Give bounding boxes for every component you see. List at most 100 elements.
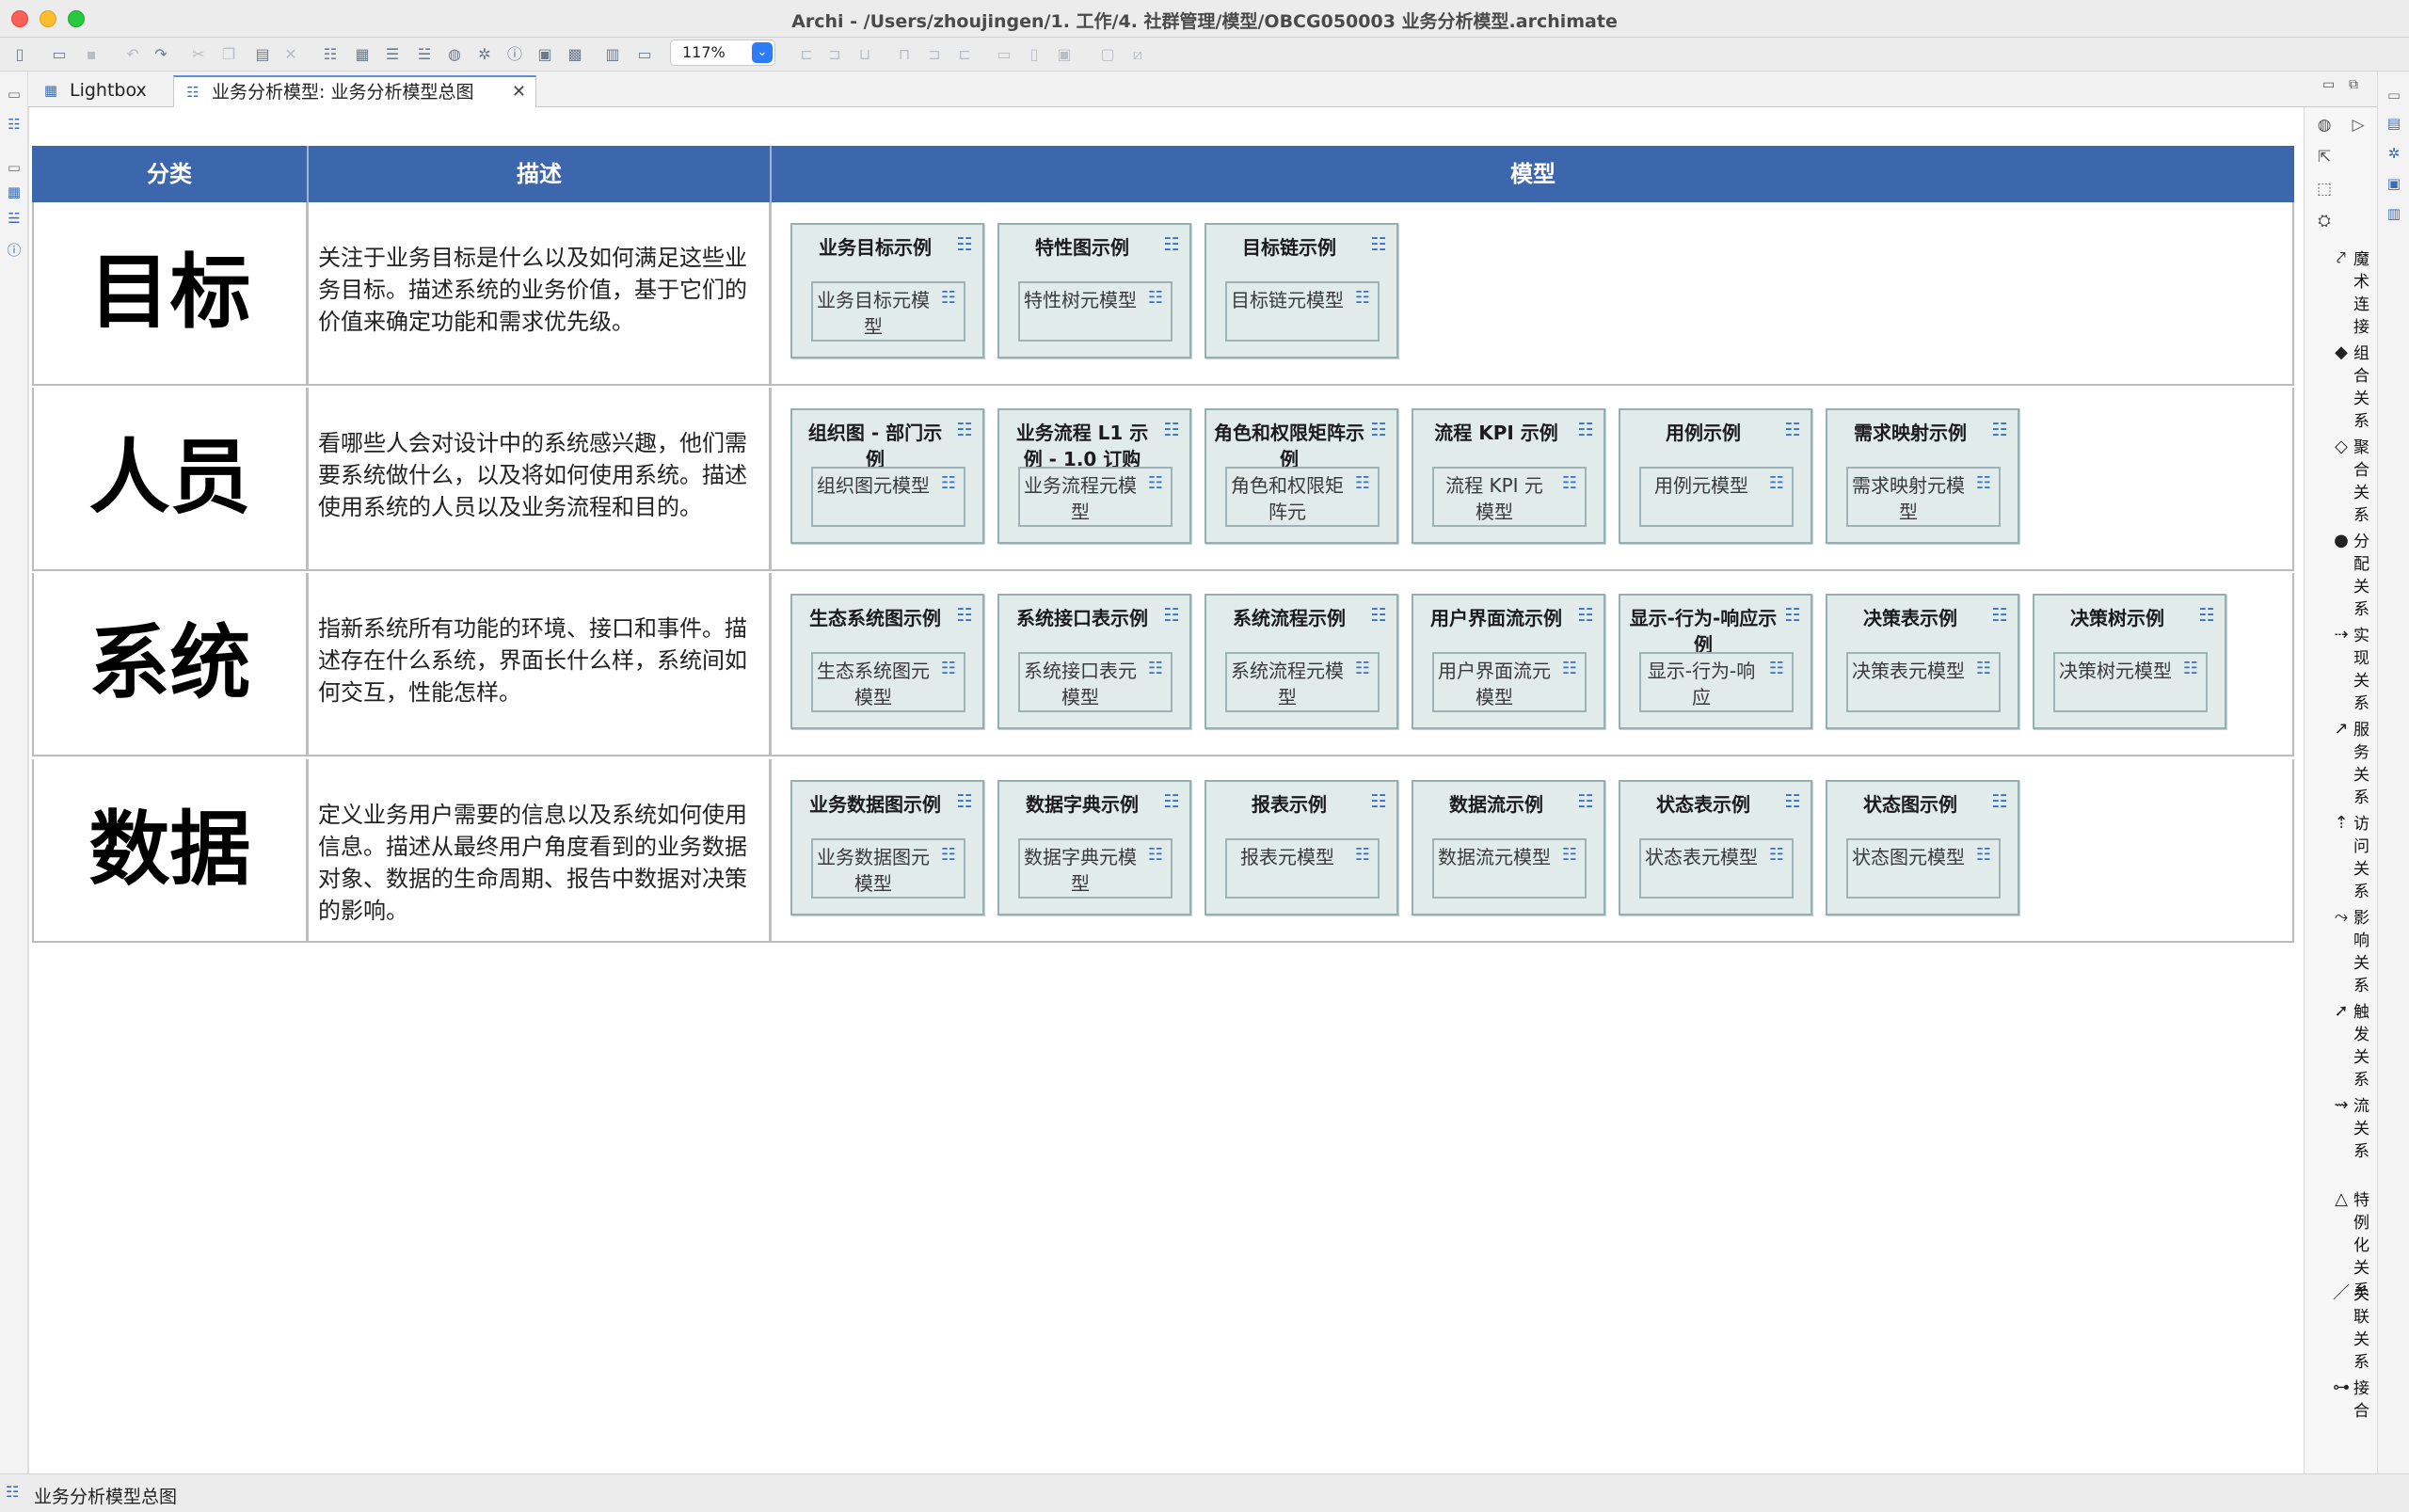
close-icon[interactable]: ✕ <box>512 77 526 107</box>
format-painter-icon[interactable]: ⛭ <box>2314 211 2335 231</box>
diagram-reference-card[interactable]: 目标链示例 ☷ 目标链元模型 ☷ <box>1204 223 1398 358</box>
marquee-icon[interactable]: ⬚ <box>2314 179 2335 199</box>
paste-icon[interactable]: ▤ <box>252 45 273 64</box>
diagram-reference-card[interactable]: 报表示例 ☷ 报表元模型 ☷ <box>1204 780 1398 915</box>
diagram-reference-card[interactable]: 业务流程 L1 示例 - 1.0 订购 ☷ 业务流程元模型 ☷ <box>997 408 1191 544</box>
outline-icon[interactable]: ☰ <box>382 45 403 64</box>
validate-icon[interactable]: ▣ <box>534 45 555 64</box>
redo-icon[interactable]: ↷ <box>151 45 171 64</box>
script-icon[interactable]: ▥ <box>602 45 623 64</box>
description-text[interactable]: 定义业务用户需要的信息以及系统如何使用信息。描述从最终用户角度看到的业务数据对象… <box>309 759 772 941</box>
save-icon[interactable]: ▪ <box>81 45 102 64</box>
metamodel-reference[interactable]: 业务数据图元模型 ☷ <box>811 838 965 899</box>
model-cell[interactable]: 业务目标示例 ☷ 业务目标元模型 ☷ 特性图示例 ☷ 特性树元模型 ☷ 目标链示例 ☷ 目标链元模型… <box>772 202 2294 384</box>
script-view-icon[interactable]: ▥ <box>2384 203 2404 224</box>
metamodel-reference[interactable]: 角色和权限矩阵元 ☷ <box>1225 467 1380 527</box>
align-bottom-icon[interactable]: ⊏ <box>954 45 975 64</box>
model-tree-icon[interactable]: ☷ <box>320 45 341 64</box>
properties-icon[interactable]: ▦ <box>352 45 373 64</box>
info-icon[interactable]: ⓘ <box>504 45 525 64</box>
open-folder-icon[interactable]: ▭ <box>49 45 70 64</box>
zoom-select[interactable]: 117% ⌄ <box>670 40 775 66</box>
metamodel-reference[interactable]: 业务目标元模型 ☷ <box>811 281 965 342</box>
diagram-reference-card[interactable]: 显示-行为-响应示例 ☷ 显示-行为-响应 ☷ <box>1619 594 1812 729</box>
diagram-reference-card[interactable]: 系统接口表示例 ☷ 系统接口表元模型 ☷ <box>997 594 1191 729</box>
properties-view-icon[interactable]: ▤ <box>2384 113 2404 134</box>
palette-icon[interactable]: ◍ <box>444 45 465 64</box>
tab-diagram[interactable]: ☷ 业务分析模型: 业务分析模型总图 ✕ <box>173 75 536 107</box>
metamodel-reference[interactable]: 用户界面流元模型 ☷ <box>1432 652 1587 712</box>
diagram-reference-card[interactable]: 用例示例 ☷ 用例元模型 ☷ <box>1619 408 1812 544</box>
metamodel-reference[interactable]: 特性树元模型 ☷ <box>1018 281 1173 342</box>
metamodel-reference[interactable]: 用例元模型 ☷ <box>1639 467 1794 527</box>
palette-settings-icon[interactable]: ◍ <box>2314 115 2335 135</box>
diagram-reference-card[interactable]: 业务目标示例 ☷ 业务目标元模型 ☷ <box>790 223 984 358</box>
chevron-down-icon[interactable]: ⌄ <box>752 42 773 63</box>
model-tree-view-icon[interactable]: ☷ <box>5 115 24 134</box>
model-cell[interactable]: 业务数据图示例 ☷ 业务数据图元模型 ☷ 数据字典示例 ☷ 数据字典元模型 ☷ 报表示例 ☷ 报表元… <box>772 759 2294 941</box>
align-right-icon[interactable]: ⊔ <box>854 45 875 64</box>
align-top-icon[interactable]: ⊓ <box>894 45 915 64</box>
pointer-icon[interactable]: ⇱ <box>2314 147 2335 167</box>
align-left-icon[interactable]: ⊏ <box>796 45 817 64</box>
diagram-reference-card[interactable]: 流程 KPI 示例 ☷ 流程 KPI 元模型 ☷ <box>1412 408 1605 544</box>
settings-icon[interactable]: ✲ <box>2384 143 2404 164</box>
diagram-reference-card[interactable]: 生态系统图示例 ☷ 生态系统图元模型 ☷ <box>790 594 984 729</box>
metamodel-reference[interactable]: 业务流程元模型 ☷ <box>1018 467 1173 527</box>
present-icon[interactable]: ▭ <box>634 45 655 64</box>
navigator-icon[interactable]: ☱ <box>414 45 435 64</box>
restore-icon[interactable]: ▭ <box>5 158 24 177</box>
metamodel-reference[interactable]: 数据字典元模型 ☷ <box>1018 838 1173 899</box>
grid-icon[interactable]: ▩ <box>565 45 585 64</box>
undo-icon[interactable]: ↶ <box>122 45 143 64</box>
settings-icon[interactable]: ✲ <box>474 45 495 64</box>
metamodel-reference[interactable]: 决策表元模型 ☷ <box>1846 652 2001 712</box>
category-label[interactable]: 人员 <box>32 388 309 569</box>
navigator-view-icon[interactable]: ☱ <box>5 209 24 228</box>
category-label[interactable]: 数据 <box>32 759 309 941</box>
metamodel-reference[interactable]: 目标链元模型 ☷ <box>1225 281 1380 342</box>
model-cell[interactable]: 生态系统图示例 ☷ 生态系统图元模型 ☷ 系统接口表示例 ☷ 系统接口表元模型 ☷ 系统流程示例… <box>772 573 2294 755</box>
model-cell[interactable]: 组织图 - 部门示例 ☷ 组织图元模型 ☷ 业务流程 L1 示例 - 1.0 订购 ☷ 业务… <box>772 388 2294 569</box>
outline-view-icon[interactable]: ▦ <box>5 183 24 201</box>
line-colour-icon[interactable]: ⧄ <box>1127 45 1148 64</box>
info-icon[interactable]: ⓘ <box>5 241 24 260</box>
palette-collapse-icon[interactable]: ▷ <box>2348 115 2369 135</box>
diagram-reference-card[interactable]: 状态图示例 ☷ 状态图元模型 ☷ <box>1826 780 2019 915</box>
validator-view-icon[interactable]: ▣ <box>2384 173 2404 194</box>
metamodel-reference[interactable]: 生态系统图元模型 ☷ <box>811 652 965 712</box>
category-label[interactable]: 目标 <box>32 202 309 384</box>
align-middle-icon[interactable]: ⊐ <box>924 45 945 64</box>
diagram-reference-card[interactable]: 数据流示例 ☷ 数据流元模型 ☷ <box>1412 780 1605 915</box>
metamodel-reference[interactable]: 流程 KPI 元模型 ☷ <box>1432 467 1587 527</box>
diagram-reference-card[interactable]: 角色和权限矩阵示例 ☷ 角色和权限矩阵元 ☷ <box>1204 408 1398 544</box>
description-text[interactable]: 看哪些人会对设计中的系统感兴趣，他们需要系统做什么，以及将如何使用系统。描述使用… <box>309 388 772 569</box>
restore-icon[interactable]: ▭ <box>5 85 24 103</box>
metamodel-reference[interactable]: 组织图元模型 ☷ <box>811 467 965 527</box>
diagram-reference-card[interactable]: 状态表示例 ☷ 状态表元模型 ☷ <box>1619 780 1812 915</box>
diagram-reference-card[interactable]: 系统流程示例 ☷ 系统流程元模型 ☷ <box>1204 594 1398 729</box>
metamodel-reference[interactable]: 系统流程元模型 ☷ <box>1225 652 1380 712</box>
tab-lightbox[interactable]: ▦ Lightbox <box>32 75 171 107</box>
metamodel-reference[interactable]: 决策树元模型 ☷ <box>2053 652 2208 712</box>
fill-colour-icon[interactable]: ▢ <box>1097 45 1118 64</box>
match-height-icon[interactable]: ▯ <box>1024 45 1045 64</box>
copy-icon[interactable]: ❐ <box>218 45 239 64</box>
default-size-icon[interactable]: ▣ <box>1054 45 1075 64</box>
category-label[interactable]: 系统 <box>32 573 309 755</box>
metamodel-reference[interactable]: 数据流元模型 ☷ <box>1432 838 1587 899</box>
metamodel-reference[interactable]: 报表元模型 ☷ <box>1225 838 1380 899</box>
maximize-view-icon[interactable]: ⧉ <box>2349 77 2358 92</box>
metamodel-reference[interactable]: 状态图元模型 ☷ <box>1846 838 2001 899</box>
diagram-reference-card[interactable]: 需求映射示例 ☷ 需求映射元模型 ☷ <box>1826 408 2019 544</box>
metamodel-reference[interactable]: 显示-行为-响应 ☷ <box>1639 652 1794 712</box>
metamodel-reference[interactable]: 需求映射元模型 ☷ <box>1846 467 2001 527</box>
diagram-reference-card[interactable]: 决策表示例 ☷ 决策表元模型 ☷ <box>1826 594 2019 729</box>
diagram-reference-card[interactable]: 决策树示例 ☷ 决策树元模型 ☷ <box>2033 594 2226 729</box>
diagram-reference-card[interactable]: 特性图示例 ☷ 特性树元模型 ☷ <box>997 223 1191 358</box>
description-text[interactable]: 指新系统所有功能的环境、接口和事件。描述存在什么系统，界面长什么样，系统间如何交… <box>309 573 772 755</box>
diagram-reference-card[interactable]: 组织图 - 部门示例 ☷ 组织图元模型 ☷ <box>790 408 984 544</box>
metamodel-reference[interactable]: 状态表元模型 ☷ <box>1639 838 1794 899</box>
new-icon[interactable]: ▯ <box>9 45 30 64</box>
align-center-icon[interactable]: ⊐ <box>824 45 845 64</box>
